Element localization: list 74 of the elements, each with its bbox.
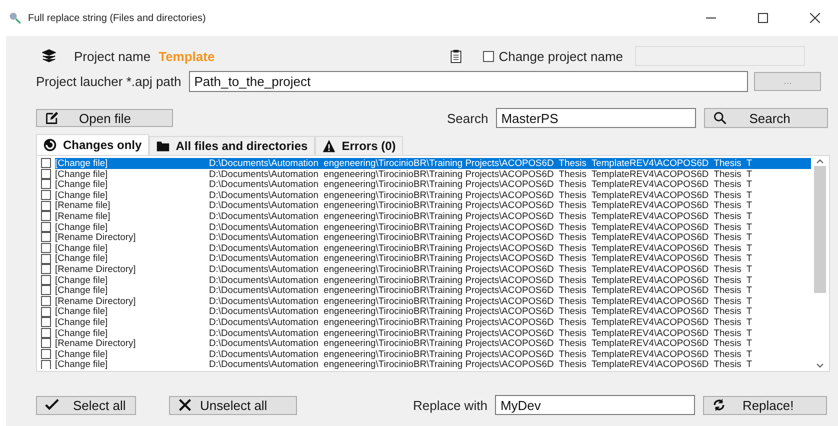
row-checkbox[interactable] — [41, 190, 51, 200]
project-name: Template — [158, 48, 215, 64]
search-field[interactable]: MasterPS — [496, 108, 696, 128]
scrollbar[interactable] — [813, 158, 827, 369]
list-item[interactable]: [Rename Directory] D:\Documents\Automation engeneering\TirocinioBR\Training Projects\ACOPOS6D Thesis TemplateREV4\ACOPOS6D Thesis T — [55, 338, 811, 349]
folder-icon — [156, 139, 170, 153]
list-item[interactable]: [Rename Directory] D:\Documents\Automation engeneering\TirocinioBR\Training Projects\ACOPOS6D Thesis TemplateREV4\ACOPOS6D Thesis T — [55, 264, 811, 275]
replace-label: Replace with — [413, 398, 488, 412]
path-label: Project laucher *.apj path — [36, 74, 182, 88]
row-checkbox[interactable] — [41, 243, 51, 254]
list-item[interactable]: [Change file] D:\Documents\Automation engeneering\TirocinioBR\Training Projects\ACOPOS6D Thesis TemplateREV4\ACOPOS6D Thesis T — [55, 348, 811, 360]
list-item[interactable]: [Change file] D:\Documents\Automation engeneering\TirocinioBR\Training Projects\ACOPOS6D Thesis TemplateREV4\ACOPOS6D Thesis T — [55, 158, 811, 169]
row-checkbox[interactable] — [41, 254, 51, 264]
window-title: Full replace string (Files and directories) — [28, 12, 207, 24]
list-item[interactable]: [Change file] D:\Documents\Automation engeneering\TirocinioBR\Training Projects\ACOPOS6D Thesis TemplateREV4\ACOPOS6D Thesis T — [55, 359, 811, 369]
project-name-label: Project name — [74, 48, 151, 64]
search-button[interactable]: Search — [704, 108, 828, 128]
maximize-icon — [758, 13, 768, 23]
list-item[interactable]: [Rename Directory] D:\Documents\Automation engeneering\TirocinioBR\Training Projects\ACOPOS6D Thesis TemplateREV4\ACOPOS6D Thesis T — [55, 232, 811, 243]
row-checkbox[interactable] — [41, 296, 51, 306]
change-project-name-checkbox[interactable]: Change project name — [482, 48, 624, 64]
check-icon — [45, 398, 59, 412]
list-item[interactable]: [Change file] D:\Documents\Automation engeneering\TirocinioBR\Training Projects\ACOPOS6D Thesis TemplateREV4\ACOPOS6D Thesis T — [55, 253, 811, 264]
refresh-icon — [712, 398, 726, 412]
warning-icon — [322, 139, 336, 153]
row-checkbox[interactable] — [41, 158, 51, 168]
row-checkbox[interactable] — [41, 232, 51, 242]
list-item[interactable]: [Change file] D:\Documents\Automation engeneering\TirocinioBR\Training Projects\ACOPOS6D Thesis TemplateREV4\ACOPOS6D Thesis T — [55, 242, 811, 254]
row-checkbox[interactable] — [41, 328, 51, 338]
search-label: Search — [447, 110, 488, 126]
scroll-up-icon[interactable] — [816, 158, 824, 164]
list-item[interactable]: [Rename file] D:\Documents\Automation engeneering\TirocinioBR\Training Projects\ACOPOS6D Thesis TemplateREV4\ACOPOS6D Thesis T — [55, 200, 811, 211]
row-checkbox[interactable] — [41, 274, 51, 285]
edit-icon — [45, 111, 59, 125]
app-icon — [8, 11, 22, 25]
scroll-down-icon[interactable] — [816, 363, 824, 369]
list-item[interactable]: [Change file] D:\Documents\Automation engeneering\TirocinioBR\Training Projects\ACOPOS6D Thesis TemplateREV4\ACOPOS6D Thesis T — [55, 285, 811, 296]
row-checkbox[interactable] — [41, 360, 51, 369]
tab[interactable]: Errors (0) — [314, 136, 403, 155]
row-checkbox[interactable] — [41, 338, 51, 348]
replace-field[interactable]: MyDev — [495, 395, 696, 415]
replace-button[interactable]: Replace! — [703, 396, 828, 414]
list-item[interactable]: [Change file] D:\Documents\Automation engeneering\TirocinioBR\Training Projects\ACOPOS6D Thesis TemplateREV4\ACOPOS6D Thesis T — [55, 328, 811, 338]
row-checkbox[interactable] — [41, 285, 51, 296]
unselect-all-button[interactable]: Unselect all — [169, 396, 297, 414]
row-checkbox[interactable] — [41, 179, 51, 190]
row-checkbox[interactable] — [41, 317, 51, 328]
row-checkbox[interactable] — [41, 200, 51, 211]
row-checkbox[interactable] — [41, 222, 51, 232]
tab[interactable]: All files and directories — [148, 136, 315, 155]
row-checkbox[interactable] — [41, 168, 51, 179]
open-file-button[interactable]: Open file — [36, 109, 173, 127]
row-checkbox[interactable] — [41, 211, 51, 222]
list-item[interactable]: [Change file] D:\Documents\Automation engeneering\TirocinioBR\Training Projects\ACOPOS6D Thesis TemplateREV4\ACOPOS6D Thesis T — [55, 316, 811, 328]
tab[interactable]: Changes only — [36, 134, 149, 155]
list-item[interactable]: [Change file] D:\Documents\Automation engeneering\TirocinioBR\Training Projects\ACOPOS6D Thesis TemplateREV4\ACOPOS6D Thesis T — [55, 190, 811, 200]
list-item[interactable]: [Rename Directory] D:\Documents\Automation engeneering\TirocinioBR\Training Projects\ACOPOS6D Thesis TemplateREV4\ACOPOS6D Thesis T — [55, 296, 811, 306]
close-icon — [810, 13, 820, 23]
list-item[interactable]: [Change file] D:\Documents\Automation engeneering\TirocinioBR\Training Projects\ACOPOS6D Thesis TemplateREV4\ACOPOS6D Thesis T — [55, 179, 811, 190]
layers-icon — [42, 49, 56, 63]
circle-arrow-icon — [43, 138, 57, 152]
path-field[interactable]: Path_to_the_project — [189, 70, 748, 92]
list-item[interactable]: [Change file] D:\Documents\Automation engeneering\TirocinioBR\Training Projects\ACOPOS6D Thesis TemplateREV4\ACOPOS6D Thesis T — [55, 274, 811, 286]
close-icon — [178, 398, 192, 412]
list-item[interactable]: [Change file] D:\Documents\Automation engeneering\TirocinioBR\Training Projects\ACOPOS6D Thesis TemplateREV4\ACOPOS6D Thesis T — [55, 222, 811, 232]
list-item[interactable]: [Change file] D:\Documents\Automation engeneering\TirocinioBR\Training Projects\ACOPOS6D Thesis TemplateREV4\ACOPOS6D Thesis T — [55, 168, 811, 180]
list-item[interactable]: [Rename file] D:\Documents\Automation engeneering\TirocinioBR\Training Projects\ACOPOS6D Thesis TemplateREV4\ACOPOS6D Thesis T — [55, 210, 811, 222]
search-icon — [713, 111, 728, 125]
row-checkbox[interactable] — [41, 306, 51, 317]
list-item[interactable]: [Change file] D:\Documents\Automation engeneering\TirocinioBR\Training Projects\ACOPOS6D Thesis TemplateREV4\ACOPOS6D Thesis T — [55, 306, 811, 317]
select-all-button[interactable]: Select all — [36, 396, 136, 414]
row-checkbox[interactable] — [41, 264, 51, 274]
clipboard-icon — [448, 49, 463, 63]
row-checkbox[interactable] — [41, 348, 51, 359]
